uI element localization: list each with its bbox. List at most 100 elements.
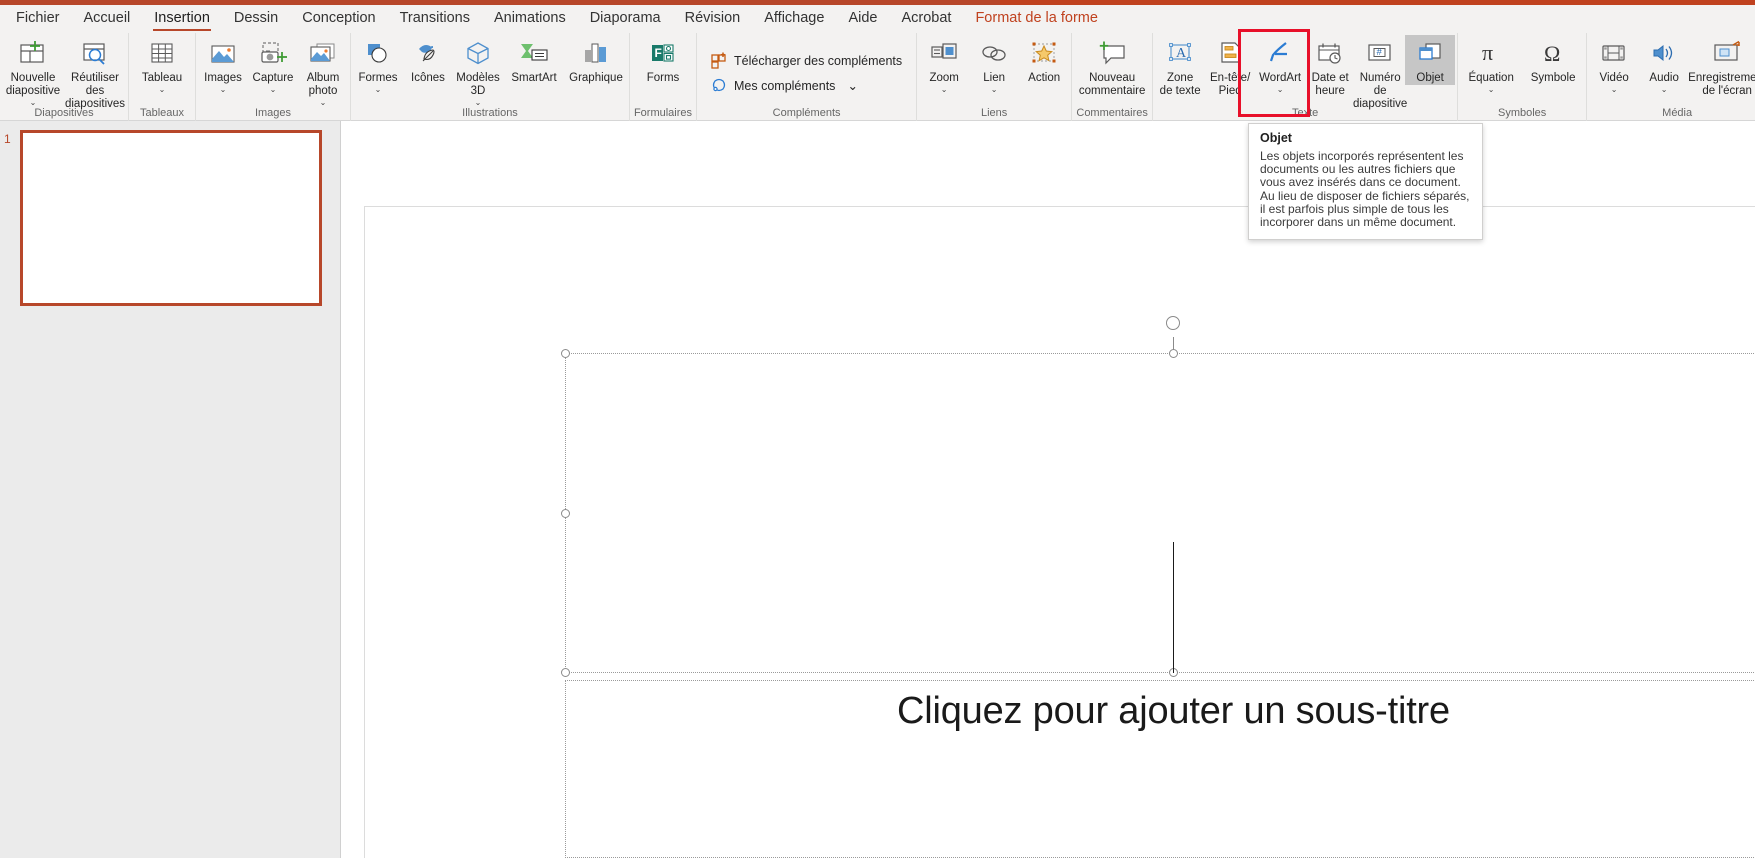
chevron-down-icon[interactable]: ⌄ xyxy=(270,85,277,94)
slide-thumbnail-panel[interactable]: 1 xyxy=(0,121,341,858)
audio-button[interactable]: Audio ⌄ xyxy=(1639,35,1689,94)
equation-label: Équation xyxy=(1468,72,1514,84)
title-placeholder[interactable] xyxy=(565,353,1755,673)
wordart-label: WordArt xyxy=(1259,72,1302,84)
equation-button[interactable]: π Équation ⌄ xyxy=(1460,35,1522,94)
shapes-icon xyxy=(363,38,393,70)
shapes-button[interactable]: Formes ⌄ xyxy=(353,35,403,94)
text-box-button[interactable]: A Zone de texte xyxy=(1155,35,1205,98)
reuse-slides-button[interactable]: Réutiliser des diapositives xyxy=(64,35,126,111)
new-slide-button[interactable]: Nouvelle diapositive ⌄ xyxy=(2,35,64,107)
chevron-down-icon[interactable]: ⌄ xyxy=(991,85,998,94)
my-addins-icon xyxy=(711,77,728,94)
resize-handle-top-left[interactable] xyxy=(561,349,570,358)
group-label-media: Média xyxy=(1662,107,1693,119)
symbol-button[interactable]: Ω Symbole xyxy=(1522,35,1584,85)
zoom-button[interactable]: Zoom ⌄ xyxy=(919,35,969,94)
date-time-button[interactable]: Date et heure xyxy=(1305,35,1355,98)
ribbon-group-texte: A Zone de texte En-tête/ Pied WordArt ⌄ … xyxy=(1153,33,1459,121)
tab-insertion[interactable]: Insertion xyxy=(142,8,222,33)
photo-album-icon xyxy=(308,38,338,70)
chevron-down-icon[interactable]: ⌄ xyxy=(941,85,948,94)
tab-dessin[interactable]: Dessin xyxy=(222,8,290,33)
forms-button[interactable]: F Forms xyxy=(632,35,694,85)
screen-recording-label: Enregistrement de l'écran xyxy=(1688,72,1755,97)
tab-aide[interactable]: Aide xyxy=(836,8,889,33)
new-comment-button[interactable]: Nouveau commentaire xyxy=(1074,35,1150,98)
slide-thumbnail-1[interactable] xyxy=(20,130,322,306)
ribbon-group-liens: Zoom ⌄ Lien ⌄ Action Liens xyxy=(917,33,1073,121)
tab-diaporama[interactable]: Diaporama xyxy=(578,8,673,33)
chevron-down-icon[interactable]: ⌄ xyxy=(159,85,166,94)
tab-acrobat[interactable]: Acrobat xyxy=(889,8,963,33)
text-box-label: Zone de texte xyxy=(1159,72,1201,97)
screen-recording-button[interactable]: Enregistrement de l'écran xyxy=(1688,35,1755,98)
my-addins-button[interactable]: Mes compléments ⌄ xyxy=(705,73,908,98)
video-button[interactable]: Vidéo ⌄ xyxy=(1589,35,1639,94)
pictures-button[interactable]: Images ⌄ xyxy=(198,35,248,94)
models3d-icon xyxy=(463,38,493,70)
action-label: Action xyxy=(1028,72,1061,84)
chevron-down-icon[interactable]: ⌄ xyxy=(220,85,227,94)
tab-transitions[interactable]: Transitions xyxy=(388,8,482,33)
action-icon xyxy=(1029,38,1059,70)
icons-button[interactable]: Icônes xyxy=(403,35,453,85)
slide-number-button[interactable]: # Numéro de diapositive xyxy=(1353,35,1407,111)
chevron-down-icon[interactable]: ⌄ xyxy=(30,98,37,107)
object-button[interactable]: Objet xyxy=(1405,35,1456,85)
tab-conception[interactable]: Conception xyxy=(290,8,387,33)
tab-fichier[interactable]: Fichier xyxy=(4,8,72,33)
screenshot-button[interactable]: Capture ⌄ xyxy=(248,35,298,94)
chevron-down-icon[interactable]: ⌄ xyxy=(1611,85,1618,94)
wordart-button[interactable]: WordArt ⌄ xyxy=(1255,35,1305,94)
smartart-button[interactable]: SmartArt xyxy=(503,35,565,85)
text-caret xyxy=(1173,542,1174,673)
tab-format-de-la-forme[interactable]: Format de la forme xyxy=(963,8,1110,33)
subtitle-placeholder-text[interactable]: Cliquez pour ajouter un sous-titre xyxy=(897,690,1450,733)
wordart-icon xyxy=(1265,38,1295,70)
tab-animations[interactable]: Animations xyxy=(482,8,578,33)
group-label-symboles: Symboles xyxy=(1497,107,1547,119)
chevron-down-icon[interactable]: ⌄ xyxy=(847,78,857,93)
tooltip-title: Objet xyxy=(1260,131,1292,145)
resize-handle-middle-left[interactable] xyxy=(561,509,570,518)
chevron-down-icon[interactable]: ⌄ xyxy=(1488,85,1495,94)
table-icon xyxy=(147,38,177,70)
models3d-label: Modèles 3D xyxy=(456,72,500,97)
photo-album-label: Album photo xyxy=(306,72,340,97)
ribbon-group-commentaires: Nouveau commentaire Commentaires xyxy=(1072,33,1154,121)
svg-text:A: A xyxy=(1176,46,1187,61)
slide-number-1: 1 xyxy=(4,132,11,146)
chevron-down-icon[interactable]: ⌄ xyxy=(320,98,327,107)
resize-handle-bottom-left[interactable] xyxy=(561,668,570,677)
date-time-label: Date et heure xyxy=(1311,72,1349,97)
header-footer-button[interactable]: En-tête/ Pied xyxy=(1205,35,1255,98)
tab-affichage[interactable]: Affichage xyxy=(752,8,836,33)
rotation-handle[interactable] xyxy=(1166,316,1180,330)
photo-album-button[interactable]: Album photo ⌄ xyxy=(298,35,348,107)
chevron-down-icon[interactable]: ⌄ xyxy=(375,85,382,94)
models3d-button[interactable]: Modèles 3D ⌄ xyxy=(453,35,503,107)
chart-label: Graphique xyxy=(569,72,623,84)
screen-recording-icon xyxy=(1711,38,1743,70)
chevron-down-icon[interactable]: ⌄ xyxy=(1661,85,1668,94)
link-button[interactable]: Lien ⌄ xyxy=(969,35,1019,94)
tab-revision[interactable]: Révision xyxy=(673,8,753,33)
audio-icon xyxy=(1649,38,1679,70)
ribbon: Nouvelle diapositive ⌄ Réutiliser des di… xyxy=(0,33,1755,121)
table-label: Tableau xyxy=(141,72,183,84)
ribbon-group-illustrations: Formes ⌄ Icônes Modèles 3D ⌄ SmartArt Gr… xyxy=(351,33,630,121)
get-addins-button[interactable]: Télécharger des compléments xyxy=(705,48,908,73)
screenshot-icon xyxy=(258,38,288,70)
zoom-icon xyxy=(929,38,959,70)
chevron-down-icon[interactable]: ⌄ xyxy=(1277,85,1284,94)
pictures-label: Images xyxy=(204,72,242,84)
action-button[interactable]: Action xyxy=(1019,35,1069,85)
chevron-down-icon[interactable]: ⌄ xyxy=(475,98,482,107)
svg-text:Ω: Ω xyxy=(1544,41,1560,66)
chart-button[interactable]: Graphique xyxy=(565,35,627,85)
resize-handle-top-center[interactable] xyxy=(1169,349,1178,358)
svg-text:π: π xyxy=(1482,40,1493,65)
tab-accueil[interactable]: Accueil xyxy=(72,8,143,33)
table-button[interactable]: Tableau ⌄ xyxy=(131,35,193,94)
